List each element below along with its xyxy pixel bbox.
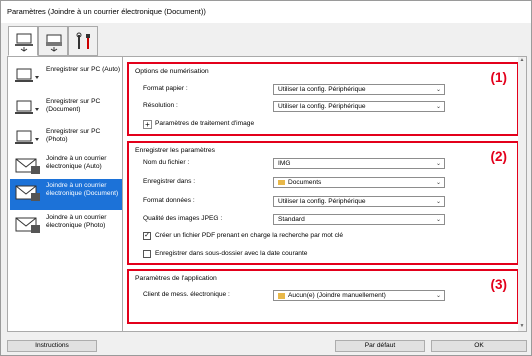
tools-icon xyxy=(76,32,90,49)
filename-row: Nom du fichier : IMG ⌄ xyxy=(143,158,463,169)
section-marker-2: (2) xyxy=(490,149,508,164)
folder-icon xyxy=(278,293,285,299)
sidebar-item-save-pc-photo[interactable]: Enregistrer sur PC (Photo) xyxy=(10,125,122,154)
data-format-row: Format données : Utiliser la config. Pér… xyxy=(143,196,463,207)
chevron-down-icon: ⌄ xyxy=(435,180,441,186)
save-settings-heading: Enregistrer les paramètres xyxy=(135,147,216,154)
email-client-row: Client de mess. électronique : Aucun(e) … xyxy=(143,290,463,301)
filename-select[interactable]: IMG ⌄ xyxy=(273,158,445,169)
save-settings-section: Enregistrer les paramètres (2) Nom du fi… xyxy=(127,141,519,265)
settings-window: Paramètres (Joindre à un courrier électr… xyxy=(0,0,532,356)
chevron-down-icon: ⌄ xyxy=(435,293,441,299)
jpeg-quality-select[interactable]: Standard ⌄ xyxy=(273,214,445,225)
subfolder-label: Enregistrer dans sous-dossier avec la da… xyxy=(155,250,308,257)
data-format-select[interactable]: Utiliser la config. Périphérique ⌄ xyxy=(273,196,445,207)
chevron-down-icon: ⌄ xyxy=(435,87,441,93)
window-title: Paramètres (Joindre à un courrier électr… xyxy=(7,7,206,16)
tab-general-settings[interactable] xyxy=(68,26,98,56)
data-format-label: Format données : xyxy=(143,197,195,204)
expand-icon[interactable]: + xyxy=(143,120,152,129)
filename-label: Nom du fichier : xyxy=(143,159,190,166)
settings-panel: Options de numérisation (1) Format papie… xyxy=(122,56,527,332)
scan-options-heading: Options de numérisation xyxy=(135,68,209,75)
scan-options-section: Options de numérisation (1) Format papie… xyxy=(127,62,519,136)
defaults-button[interactable]: Par défaut xyxy=(335,340,425,352)
email-client-label: Client de mess. électronique : xyxy=(143,291,230,298)
subfolder-row[interactable]: Enregistrer dans sous-dossier avec la da… xyxy=(143,250,443,261)
sidebar-item-save-pc-document[interactable]: Enregistrer sur PC (Document) xyxy=(10,95,122,124)
ok-button[interactable]: OK xyxy=(431,340,527,352)
computer-scan-icon xyxy=(15,33,33,52)
subfolder-checkbox[interactable] xyxy=(143,250,151,258)
sidebar-item-email-photo[interactable]: Joindre à un courrier électronique (Phot… xyxy=(10,211,122,242)
jpeg-quality-label: Qualité des images JPEG : xyxy=(143,215,223,222)
save-pc-icon xyxy=(15,100,39,114)
resolution-select[interactable]: Utiliser la config. Périphérique ⌄ xyxy=(273,101,445,112)
scroll-up-icon[interactable]: ▲ xyxy=(518,57,526,65)
image-processing-row[interactable]: + Paramètres de traitement d'image xyxy=(143,120,343,131)
save-pc-icon xyxy=(15,130,39,144)
section-marker-3: (3) xyxy=(490,277,508,292)
title-bar: Paramètres (Joindre à un courrier électr… xyxy=(1,1,531,23)
section-marker-1: (1) xyxy=(490,70,508,85)
email-icon xyxy=(15,217,40,233)
image-processing-label: Paramètres de traitement d'image xyxy=(155,120,255,127)
paper-size-select[interactable]: Utiliser la config. Périphérique ⌄ xyxy=(273,84,445,95)
searchable-pdf-label: Créer un fichier PDF prenant en charge l… xyxy=(155,232,344,239)
save-in-select[interactable]: Documents ⌄ xyxy=(273,177,445,188)
save-pc-icon xyxy=(15,68,39,82)
folder-icon xyxy=(278,180,285,185)
vertical-scrollbar[interactable]: ▲ ▼ xyxy=(518,57,526,331)
chevron-down-icon: ⌄ xyxy=(435,104,441,110)
jpeg-quality-row: Qualité des images JPEG : Standard ⌄ xyxy=(143,214,463,225)
resolution-label: Résolution : xyxy=(143,102,178,109)
save-in-row: Enregistrer dans : Documents ⌄ xyxy=(143,177,463,188)
chevron-down-icon: ⌄ xyxy=(435,199,441,205)
tab-scan-from-computer[interactable] xyxy=(8,26,38,56)
resolution-row: Résolution : Utiliser la config. Périphé… xyxy=(143,101,463,112)
email-icon xyxy=(15,185,40,201)
app-settings-heading: Paramètres de l'application xyxy=(135,275,217,282)
chevron-down-icon: ⌄ xyxy=(435,161,441,167)
scroll-down-icon[interactable]: ▼ xyxy=(518,323,526,331)
email-client-select[interactable]: Aucun(e) (Joindre manuellement) ⌄ xyxy=(273,290,445,301)
sidebar-item-save-pc-auto[interactable]: Enregistrer sur PC (Auto) xyxy=(10,63,122,92)
app-settings-section: Paramètres de l'application (3) Client d… xyxy=(127,269,519,324)
paper-size-label: Format papier : xyxy=(143,85,188,92)
chevron-down-icon: ⌄ xyxy=(435,217,441,223)
sidebar: Enregistrer sur PC (Auto) Enregistrer su… xyxy=(7,56,123,332)
tab-scan-from-panel[interactable] xyxy=(38,26,68,56)
sidebar-item-email-document[interactable]: Joindre à un courrier électronique (Docu… xyxy=(10,179,122,210)
paper-size-row: Format papier : Utiliser la config. Péri… xyxy=(143,84,463,95)
email-icon xyxy=(15,158,40,174)
searchable-pdf-checkbox[interactable]: ✓ xyxy=(143,232,151,240)
searchable-pdf-row[interactable]: ✓ Créer un fichier PDF prenant en charge… xyxy=(143,232,443,243)
save-in-label: Enregistrer dans : xyxy=(143,178,196,185)
instructions-button[interactable]: Instructions xyxy=(7,340,97,352)
scanner-icon xyxy=(46,34,62,52)
